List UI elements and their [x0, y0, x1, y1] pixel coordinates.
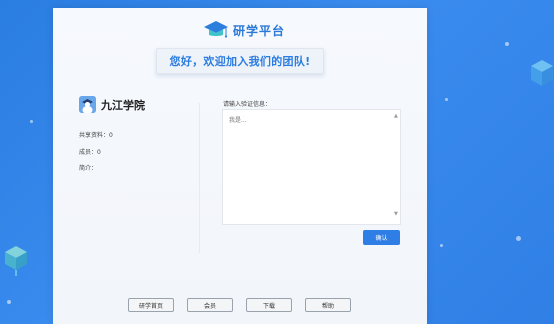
background-dot — [505, 42, 509, 46]
brand-header: 研学平台 — [203, 18, 285, 42]
intro-stat: 简介： — [79, 163, 97, 172]
welcome-banner: 您好，欢迎加入我们的团队! — [156, 48, 324, 74]
confirm-button[interactable]: 确认 — [363, 230, 400, 245]
school-avatar-icon — [79, 96, 96, 113]
members-value: 0 — [97, 149, 101, 156]
intro-label: 简介： — [79, 165, 98, 172]
footer-home-button[interactable]: 研学首页 — [128, 298, 174, 312]
shared-resources-value: 0 — [109, 132, 113, 139]
background-cube-icon — [531, 60, 553, 86]
school-info: 九江学院 — [79, 96, 145, 113]
column-divider — [199, 103, 200, 253]
shared-resources-label: 共享资料： — [79, 132, 110, 139]
members-label: 成员： — [79, 149, 98, 156]
join-team-panel: 研学平台 您好，欢迎加入我们的团队! 九江学院 共享资料：0 成员：0 简介： … — [53, 8, 427, 324]
verify-message-input[interactable] — [222, 109, 401, 225]
background-dot — [7, 300, 11, 304]
scroll-down-icon[interactable]: ▼ — [394, 211, 398, 217]
shared-resources-stat: 共享资料：0 — [79, 130, 113, 139]
background-dot — [440, 244, 443, 247]
school-name: 九江学院 — [101, 98, 145, 112]
graduation-cap-icon — [204, 21, 228, 38]
background-dot — [516, 236, 521, 241]
background-cube-icon — [5, 246, 27, 276]
background-dot — [30, 120, 33, 123]
footer-help-button[interactable]: 帮助 — [305, 298, 351, 312]
scroll-up-icon[interactable]: ▲ — [394, 113, 398, 119]
members-stat: 成员：0 — [79, 147, 101, 156]
background-dot — [445, 98, 448, 101]
brand-name: 研学平台 — [233, 23, 286, 38]
verify-label: 请输入验证信息： — [223, 101, 272, 108]
footer-member-button[interactable]: 会员 — [187, 298, 233, 312]
footer-download-button[interactable]: 下载 — [246, 298, 292, 312]
